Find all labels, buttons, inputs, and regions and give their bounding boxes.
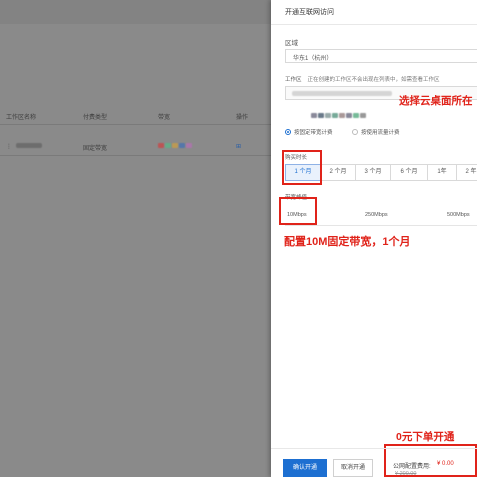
workspace-chips — [311, 113, 367, 120]
annotation-zero-order: 0元下单开通 — [396, 431, 455, 443]
workspace-label: 工作区 — [285, 77, 302, 83]
radio-fixed-bandwidth[interactable] — [285, 129, 291, 135]
duration-2-months[interactable]: 2 个月 — [320, 164, 356, 181]
workspace-value — [292, 91, 392, 96]
radio-traffic-label: 按使用流量计费 — [361, 130, 400, 136]
fee-value: ¥ 0.00 — [437, 461, 454, 467]
duration-1-year[interactable]: 1年 — [427, 164, 457, 181]
radio-fixed-bandwidth-label: 按固定带宽计费 — [294, 130, 333, 136]
column-header-workspace: 工作区名称 — [6, 115, 37, 121]
background-page: 工作区名称 付费类型 带宽 操作 ⋮ 固定带宽 ⊞ — [0, 0, 271, 477]
duration-6-months[interactable]: 6 个月 — [390, 164, 428, 181]
table-divider — [0, 124, 271, 125]
row-workspace-name — [16, 143, 42, 150]
column-header-bandwidth: 带宽 — [158, 115, 171, 121]
confirm-button[interactable]: 确认开通 — [283, 459, 327, 477]
row-billing-type: 固定带宽 — [83, 146, 108, 152]
column-header-actions: 操作 — [236, 115, 249, 121]
annotation-box-bandwidth — [279, 197, 317, 225]
column-header-billing: 付费类型 — [83, 115, 108, 121]
annotation-config-bandwidth: 配置10M固定带宽，1个月 — [284, 236, 411, 248]
annotation-box-duration — [282, 150, 322, 185]
background-topbar — [0, 0, 271, 24]
row-bandwidth — [158, 143, 193, 150]
region-value: 华东1（杭州） — [293, 56, 333, 62]
region-select[interactable]: 华东1（杭州） — [285, 49, 477, 63]
radio-traffic[interactable] — [352, 129, 359, 135]
grid-icon[interactable]: ⊞ — [236, 143, 241, 150]
bandwidth-500m[interactable]: 500Mbps — [447, 212, 470, 218]
region-label: 区域 — [285, 40, 298, 47]
duration-3-months[interactable]: 3 个月 — [355, 164, 391, 181]
title-divider — [271, 24, 477, 25]
cancel-button[interactable]: 取消开通 — [333, 459, 373, 477]
table-divider — [0, 155, 271, 156]
fee-label: 公网配置费用: — [393, 464, 431, 470]
bandwidth-slider-track[interactable] — [285, 225, 477, 226]
workspace-hint-text: 正在创建的工作区不会出现在列表中，如需查看工作区 — [307, 77, 440, 83]
footer-divider — [271, 448, 477, 449]
row-expand-icon[interactable]: ⋮ — [6, 143, 12, 150]
billing-radio-group: 按固定带宽计费 按使用流量计费 — [285, 128, 418, 136]
drawer-title: 开通互联网访问 — [285, 9, 334, 16]
annotation-select-workspace: 选择云桌面所在 — [399, 95, 473, 107]
duration-2-years[interactable]: 2 年 — [456, 164, 477, 181]
bandwidth-250m[interactable]: 250Mbps — [365, 212, 388, 218]
internet-access-drawer: 开通互联网访问 区域 华东1（杭州） 工作区 正在创建的工作区不会出现在列表中，如… — [271, 0, 477, 477]
fee-original: ¥ 200.00 — [393, 471, 416, 477]
workspace-hint: 工作区 正在创建的工作区不会出现在列表中，如需查看工作区 — [285, 75, 440, 83]
fee-original-price: ¥ 200.00 — [395, 471, 417, 477]
